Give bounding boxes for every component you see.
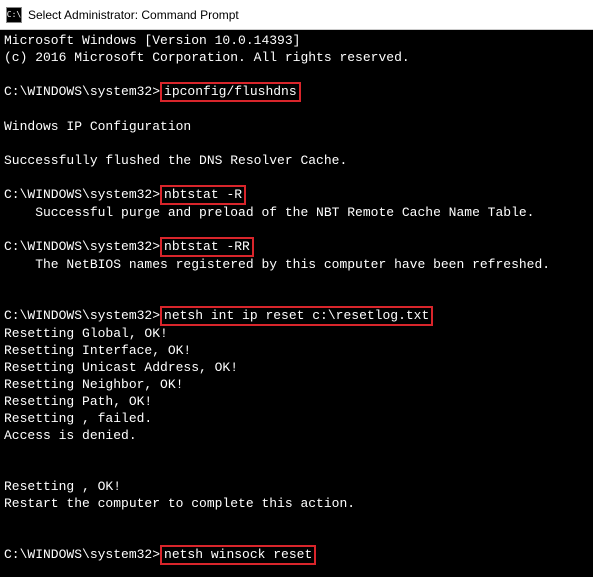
prompt-text: C:\WINDOWS\system32>	[4, 547, 160, 562]
terminal-line: Resetting Unicast Address, OK!	[4, 359, 589, 376]
terminal-line: C:\WINDOWS\system32>netsh winsock reset	[4, 546, 589, 564]
terminal-line	[4, 564, 589, 577]
window-title: Select Administrator: Command Prompt	[28, 8, 239, 22]
prompt-text: C:\WINDOWS\system32>	[4, 308, 160, 323]
terminal-line	[4, 273, 589, 290]
terminal-line	[4, 444, 589, 461]
terminal-line: Resetting , failed.	[4, 410, 589, 427]
terminal-line: Restart the computer to complete this ac…	[4, 495, 589, 512]
terminal-output[interactable]: Microsoft Windows [Version 10.0.14393](c…	[0, 30, 593, 577]
cmd-icon: C:\	[6, 7, 22, 23]
terminal-line: The NetBIOS names registered by this com…	[4, 256, 589, 273]
terminal-line	[4, 101, 589, 118]
terminal-line	[4, 512, 589, 529]
terminal-line	[4, 66, 589, 83]
terminal-line	[4, 221, 589, 238]
terminal-line: Resetting Interface, OK!	[4, 342, 589, 359]
prompt-text: C:\WINDOWS\system32>	[4, 187, 160, 202]
terminal-line	[4, 529, 589, 546]
terminal-line: C:\WINDOWS\system32>nbtstat -RR	[4, 238, 589, 256]
terminal-line: C:\WINDOWS\system32>netsh int ip reset c…	[4, 307, 589, 325]
terminal-line: Access is denied.	[4, 427, 589, 444]
terminal-line: Resetting Path, OK!	[4, 393, 589, 410]
terminal-line: Resetting Neighbor, OK!	[4, 376, 589, 393]
terminal-line: Successfully flushed the DNS Resolver Ca…	[4, 152, 589, 169]
terminal-line: Resetting Global, OK!	[4, 325, 589, 342]
terminal-line	[4, 169, 589, 186]
terminal-line: Successful purge and preload of the NBT …	[4, 204, 589, 221]
terminal-line: C:\WINDOWS\system32>ipconfig/flushdns	[4, 83, 589, 101]
terminal-line	[4, 135, 589, 152]
prompt-text: C:\WINDOWS\system32>	[4, 239, 160, 254]
terminal-line	[4, 461, 589, 478]
prompt-text: C:\WINDOWS\system32>	[4, 84, 160, 99]
terminal-line: Resetting , OK!	[4, 478, 589, 495]
window-titlebar[interactable]: C:\ Select Administrator: Command Prompt	[0, 0, 593, 30]
command-text: ipconfig/flushdns	[160, 82, 301, 102]
terminal-line	[4, 290, 589, 307]
command-text: netsh int ip reset c:\resetlog.txt	[160, 306, 433, 326]
terminal-line: C:\WINDOWS\system32>nbtstat -R	[4, 186, 589, 204]
command-text: netsh winsock reset	[160, 545, 316, 565]
command-text: nbtstat -RR	[160, 237, 254, 257]
command-text: nbtstat -R	[160, 185, 246, 205]
terminal-line: Windows IP Configuration	[4, 118, 589, 135]
terminal-line: Microsoft Windows [Version 10.0.14393]	[4, 32, 589, 49]
terminal-line: (c) 2016 Microsoft Corporation. All righ…	[4, 49, 589, 66]
